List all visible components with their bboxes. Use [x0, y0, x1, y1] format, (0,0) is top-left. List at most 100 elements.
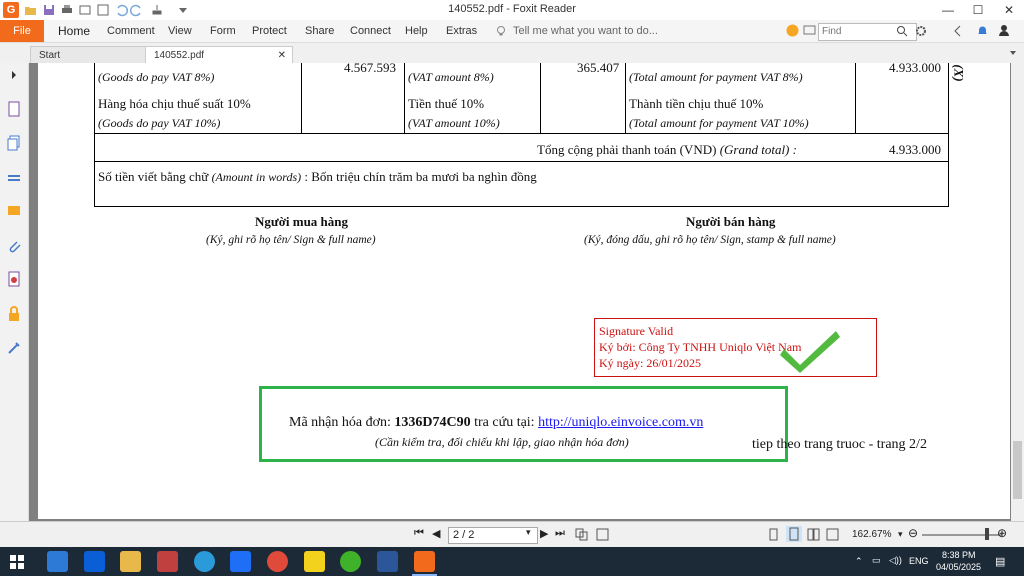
menu-view[interactable]: View [168, 20, 192, 42]
signed-by: Ký bởi: Công Ty TNHH Uniqlo Việt Nam [599, 340, 802, 354]
tab-label: Start [39, 50, 61, 61]
zoom-slider-thumb[interactable] [985, 528, 989, 540]
tray-chevron-icon[interactable]: ⌃ [855, 556, 863, 567]
attachment-icon[interactable] [6, 238, 22, 254]
gear-icon[interactable] [914, 24, 928, 38]
volume-icon[interactable]: ◁)) [889, 555, 902, 566]
first-page-icon[interactable]: ⏮ [414, 527, 424, 540]
pdf-page: (Goods do pay VAT 8%) 4.567.593 (VAT amo… [38, 63, 1010, 519]
seller-subtitle: (Ký, đóng dấu, ghi rõ họ tên/ Sign, stam… [584, 234, 836, 246]
continuous-facing-icon[interactable] [826, 528, 839, 541]
lock-icon[interactable] [6, 306, 22, 322]
zoom-level[interactable]: 162.67% [852, 529, 891, 540]
maximize-button[interactable]: ☐ [963, 0, 993, 20]
lookup-note: (Cần kiểm tra, đối chiếu khi lập, giao n… [375, 435, 629, 449]
zoom-slider[interactable] [922, 534, 1002, 536]
vat-8-amount: 365.407 [577, 63, 620, 75]
window-title: 140552.pdf - Foxit Reader [448, 3, 576, 15]
extract-page-icon[interactable] [596, 528, 609, 541]
minimize-button[interactable]: — [933, 0, 963, 20]
close-tab-icon[interactable]: ✕ [278, 47, 286, 64]
signature-valid: Signature Valid [599, 324, 674, 338]
table-border [94, 63, 95, 207]
bell-icon[interactable] [976, 24, 989, 37]
last-page-icon[interactable]: ⏭ [555, 527, 565, 540]
continuous-page-icon[interactable] [786, 526, 802, 542]
total-8-en: (Total amount for payment VAT 8%) [629, 70, 803, 84]
grand-total-label-en: (Grand total) : [719, 142, 797, 157]
tab-pdf[interactable]: 140552.pdf ✕ [145, 46, 293, 64]
windows-start-icon[interactable] [10, 555, 24, 569]
search-icon[interactable] [896, 25, 908, 37]
close-button[interactable]: ✕ [994, 0, 1024, 20]
user-icon[interactable] [998, 24, 1010, 37]
zoom-in-icon[interactable]: ⊕ [997, 526, 1007, 540]
tools-icon[interactable] [6, 340, 22, 356]
copy-page-icon[interactable] [575, 528, 588, 541]
foxit-taskbar-icon[interactable] [414, 551, 435, 572]
goods-10-vi: Hàng hóa chịu thuế suất 10% [98, 96, 251, 111]
title-bar: G 140552.pdf - Foxit Reader — ☐ ✕ [0, 0, 1024, 21]
goods-10-en: (Goods do pay VAT 10%) [98, 116, 221, 130]
vertical-scrollbar[interactable] [1011, 63, 1024, 521]
lookup-url-link[interactable]: http://uniqlo.einvoice.com.vn [538, 415, 703, 430]
chevron-left-icon[interactable] [953, 25, 963, 37]
amount-words-value: : Bốn triệu chín trăm ba mươi ba nghìn đ… [304, 169, 537, 184]
zalo-icon[interactable] [230, 551, 251, 572]
menu-connect[interactable]: Connect [350, 20, 391, 42]
signatures-icon[interactable] [6, 271, 22, 287]
menu-form[interactable]: Form [210, 20, 236, 42]
expand-panel-icon[interactable] [10, 67, 18, 83]
menu-home[interactable]: Home [58, 20, 90, 42]
zoom-out-icon[interactable]: ⊖ [908, 526, 918, 540]
chat-icon[interactable] [803, 24, 816, 37]
app-icon[interactable] [157, 551, 178, 572]
sticky-notes-icon[interactable] [304, 551, 325, 572]
comments-icon[interactable] [6, 204, 22, 220]
language-indicator[interactable]: ENG [909, 556, 929, 566]
table-divider [540, 63, 541, 133]
scrollbar-thumb[interactable] [1013, 441, 1022, 499]
prev-page-icon[interactable]: ◀ [432, 527, 440, 540]
amount-in-words: Số tiền viết bằng chữ (Amount in words) … [98, 169, 537, 185]
tell-me-search[interactable]: Tell me what you want to do... [513, 20, 658, 42]
network-icon[interactable]: ▭ [872, 555, 881, 566]
tab-list-icon[interactable] [1008, 47, 1018, 59]
tab-start[interactable]: Start [30, 46, 150, 64]
goods-8-amount: 4.567.593 [344, 63, 396, 75]
dropbox-icon[interactable] [84, 551, 105, 572]
clock-date[interactable]: 04/05/2025 [936, 562, 981, 572]
bookmarks-icon[interactable] [6, 170, 22, 186]
chrome-icon[interactable] [267, 551, 288, 572]
signature-box[interactable]: Signature Valid Ký bởi: Công Ty TNHH Uni… [594, 318, 877, 377]
menu-help[interactable]: Help [405, 20, 428, 42]
green-app-icon[interactable] [340, 551, 361, 572]
menu-extras[interactable]: Extras [446, 20, 477, 42]
clock-time[interactable]: 8:38 PM [942, 550, 976, 560]
page-selector[interactable]: 2 / 2 [448, 527, 538, 544]
zoom-dropdown-icon[interactable]: ▾ [898, 529, 903, 540]
menu-comment[interactable]: Comment [107, 20, 155, 42]
menu-protect[interactable]: Protect [252, 20, 287, 42]
word-icon[interactable] [377, 551, 398, 572]
page-dropdown-icon[interactable]: ▾ [526, 527, 531, 538]
side-marker: (X) [951, 64, 967, 82]
table-divider [301, 63, 302, 133]
browser-icon[interactable] [194, 551, 215, 572]
seller-title: Người bán hàng [686, 214, 776, 229]
next-page-icon[interactable]: ▶ [540, 527, 548, 540]
amount-words-label-en: (Amount in words) [211, 170, 302, 184]
left-panel-rail [0, 63, 29, 521]
lookup-line: Mã nhận hóa đơn: 1336D74C90 tra cứu tại:… [289, 415, 703, 431]
file-explorer-icon[interactable] [120, 551, 141, 572]
layers-icon[interactable] [6, 135, 22, 151]
page-thumbnails-icon[interactable] [6, 101, 22, 117]
lookup-code: 1336D74C90 [394, 415, 471, 430]
menu-share[interactable]: Share [305, 20, 334, 42]
heart-icon[interactable] [786, 24, 799, 37]
notifications-icon[interactable]: ▤ [995, 555, 1005, 568]
single-page-icon[interactable] [767, 528, 780, 541]
file-menu-button[interactable]: File [0, 20, 44, 42]
teamviewer-icon[interactable] [47, 551, 68, 572]
facing-page-icon[interactable] [807, 528, 820, 541]
